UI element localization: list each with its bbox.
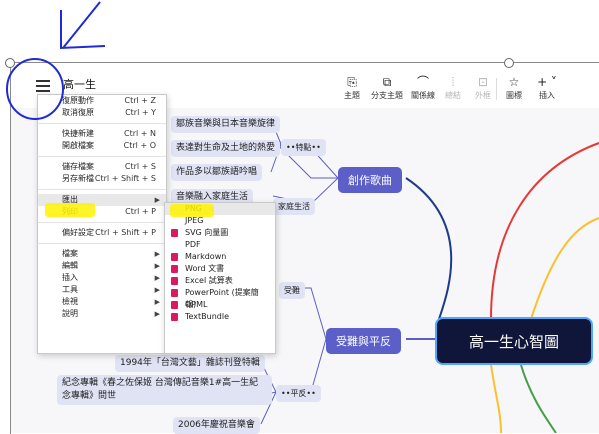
menu-item-shortcut: Ctrl + S xyxy=(124,162,156,171)
menu-item-shortcut: Ctrl + O xyxy=(123,141,156,150)
branch-node-suffering[interactable]: 受難與平反 xyxy=(326,328,401,354)
file-icon xyxy=(171,313,178,321)
menu-item-shortcut: Ctrl + Z xyxy=(124,96,156,105)
file-icon xyxy=(171,265,178,273)
topic-node[interactable]: 1994年「台灣文藝」雜誌刊登特輯 xyxy=(115,355,265,372)
menu-item-label: 檢視 xyxy=(62,297,78,306)
menu-separator xyxy=(38,243,166,244)
file-icon xyxy=(171,301,178,309)
menu-item[interactable]: 工具 ▶ xyxy=(38,284,166,296)
export-menu-item-label: PDF xyxy=(185,240,201,249)
label-node-rehab[interactable]: ••平反•• xyxy=(276,385,321,402)
menu-item-label: 儲存檔案 xyxy=(62,162,94,171)
menu-separator xyxy=(38,222,166,223)
menu-item-label: 插入 xyxy=(62,273,78,282)
submenu-arrow-icon: ▶ xyxy=(154,262,160,270)
main-menu: 復原動作 Ctrl + Z 取消復原 Ctrl + Y 快捷新建 Ctrl + N 開啟檔案… xyxy=(37,94,167,354)
menu-item-label: 偏好設定 xyxy=(62,228,94,237)
export-menu-item[interactable]: Excel 試算表 xyxy=(165,275,275,287)
export-menu-item[interactable]: Word 文書 xyxy=(165,263,275,275)
menu-separator xyxy=(38,156,166,157)
menu-separator xyxy=(38,123,166,124)
menu-item-shortcut: Ctrl + P xyxy=(125,207,156,216)
menu-separator xyxy=(38,189,166,190)
menu-item-label: 編輯 xyxy=(62,261,78,270)
annotation-arrow-icon xyxy=(60,1,106,50)
menu-item[interactable]: 偏好設定 Ctrl + Shift + P xyxy=(38,227,166,239)
topic-node[interactable]: 2006年慶祝音樂會 xyxy=(173,417,260,434)
menu-item-label: 另存新檔 xyxy=(62,174,94,183)
export-menu-item-label: OPML xyxy=(185,300,208,309)
central-topic-node[interactable]: 高一生心智圖 xyxy=(437,319,591,363)
file-icon xyxy=(171,229,178,237)
menu-item-label: 說明 xyxy=(62,309,78,318)
export-menu-item[interactable]: Markdown xyxy=(165,251,275,263)
menu-item[interactable]: 說明 ▶ xyxy=(38,308,166,320)
menu-item-label: 快捷新建 xyxy=(62,129,94,138)
menu-item-label: 開啟檔案 xyxy=(62,141,94,150)
menu-item[interactable]: 檢視 ▶ xyxy=(38,296,166,308)
topic-icon: ⎘ xyxy=(347,75,357,89)
file-icon xyxy=(171,289,178,297)
topic-node[interactable]: 紀念專輯《春之佐保姬 台灣傳記音樂1#高一生紀念專輯》問世 xyxy=(57,375,272,405)
file-icon xyxy=(171,253,178,261)
topic-node[interactable]: 鄒族音樂與日本音樂旋律 xyxy=(171,116,281,133)
menu-item[interactable]: 檔案 ▶ xyxy=(38,248,166,260)
label-node-family-life[interactable]: 家庭生活 xyxy=(273,198,315,215)
highlight-marker xyxy=(45,203,95,217)
label-node-suffering[interactable]: 受難 xyxy=(279,282,305,299)
highlight-marker xyxy=(170,204,214,217)
menu-item[interactable]: 另存新檔 Ctrl + Shift + S xyxy=(38,173,166,185)
submenu-arrow-icon: ▶ xyxy=(154,310,160,318)
menu-item-shortcut: Ctrl + N xyxy=(123,129,156,138)
export-menu-item[interactable]: SVG 向量圖 xyxy=(165,227,275,239)
menu-item[interactable]: 開啟檔案 Ctrl + O xyxy=(38,140,166,152)
export-submenu: PNGJPEGSVG 向量圖PDFMarkdownWord 文書Excel 試算… xyxy=(164,202,276,354)
menu-item[interactable]: 儲存檔案 Ctrl + S xyxy=(38,161,166,173)
export-menu-item-label: Word 文書 xyxy=(185,264,225,273)
annotation-circle-icon xyxy=(6,58,64,120)
menu-item[interactable]: 快捷新建 Ctrl + N xyxy=(38,128,166,140)
menu-item-shortcut: Ctrl + Shift + S xyxy=(94,174,156,183)
export-menu-item[interactable]: PowerPoint (提案簡報) xyxy=(165,287,275,309)
export-menu-item-label: TextBundle xyxy=(185,312,230,321)
export-menu-item-label: Excel 試算表 xyxy=(185,276,233,285)
branch-node-creation[interactable]: 創作歌曲 xyxy=(338,167,402,193)
export-menu-item[interactable]: PDF xyxy=(165,239,275,251)
menu-item[interactable]: 編輯 ▶ xyxy=(38,260,166,272)
export-menu-item[interactable]: OPML xyxy=(165,299,275,311)
plus-icon: + ˅ xyxy=(537,75,557,89)
submenu-arrow-icon: ▶ xyxy=(154,298,160,306)
export-menu-item-label: SVG 向量圖 xyxy=(185,228,229,237)
menu-item-label: 檔案 xyxy=(62,249,78,258)
export-menu-item[interactable]: TextBundle xyxy=(165,311,275,323)
file-icon xyxy=(171,277,178,285)
submenu-arrow-icon: ▶ xyxy=(154,274,160,282)
topic-node[interactable]: 作品多以鄒族語吟唱 xyxy=(171,164,263,181)
insert-button[interactable]: + ˅ 插入 xyxy=(527,76,567,101)
topic-node[interactable]: 表達對生命及土地的熱愛 xyxy=(171,140,281,157)
export-menu-item-label: JPEG xyxy=(185,216,204,225)
menu-item-shortcut: Ctrl + Y xyxy=(125,108,156,117)
topic-button[interactable]: ⎘ 主題 xyxy=(332,76,372,101)
label-node-features[interactable]: ••特點•• xyxy=(281,139,326,156)
menu-item[interactable]: 插入 ▶ xyxy=(38,272,166,284)
menu-item-label: 工具 xyxy=(62,285,78,294)
menu-item-shortcut: Ctrl + Shift + P xyxy=(95,228,156,237)
resize-handle[interactable] xyxy=(504,58,514,68)
submenu-arrow-icon: ▶ xyxy=(154,250,160,258)
submenu-arrow-icon: ▶ xyxy=(154,286,160,294)
subtopic-button[interactable]: ⧉ 分支主題 xyxy=(367,76,407,101)
export-menu-item-label: Markdown xyxy=(185,252,227,261)
subtopic-icon: ⧉ xyxy=(382,75,392,89)
submenu-arrow-icon: ▶ xyxy=(154,196,160,204)
